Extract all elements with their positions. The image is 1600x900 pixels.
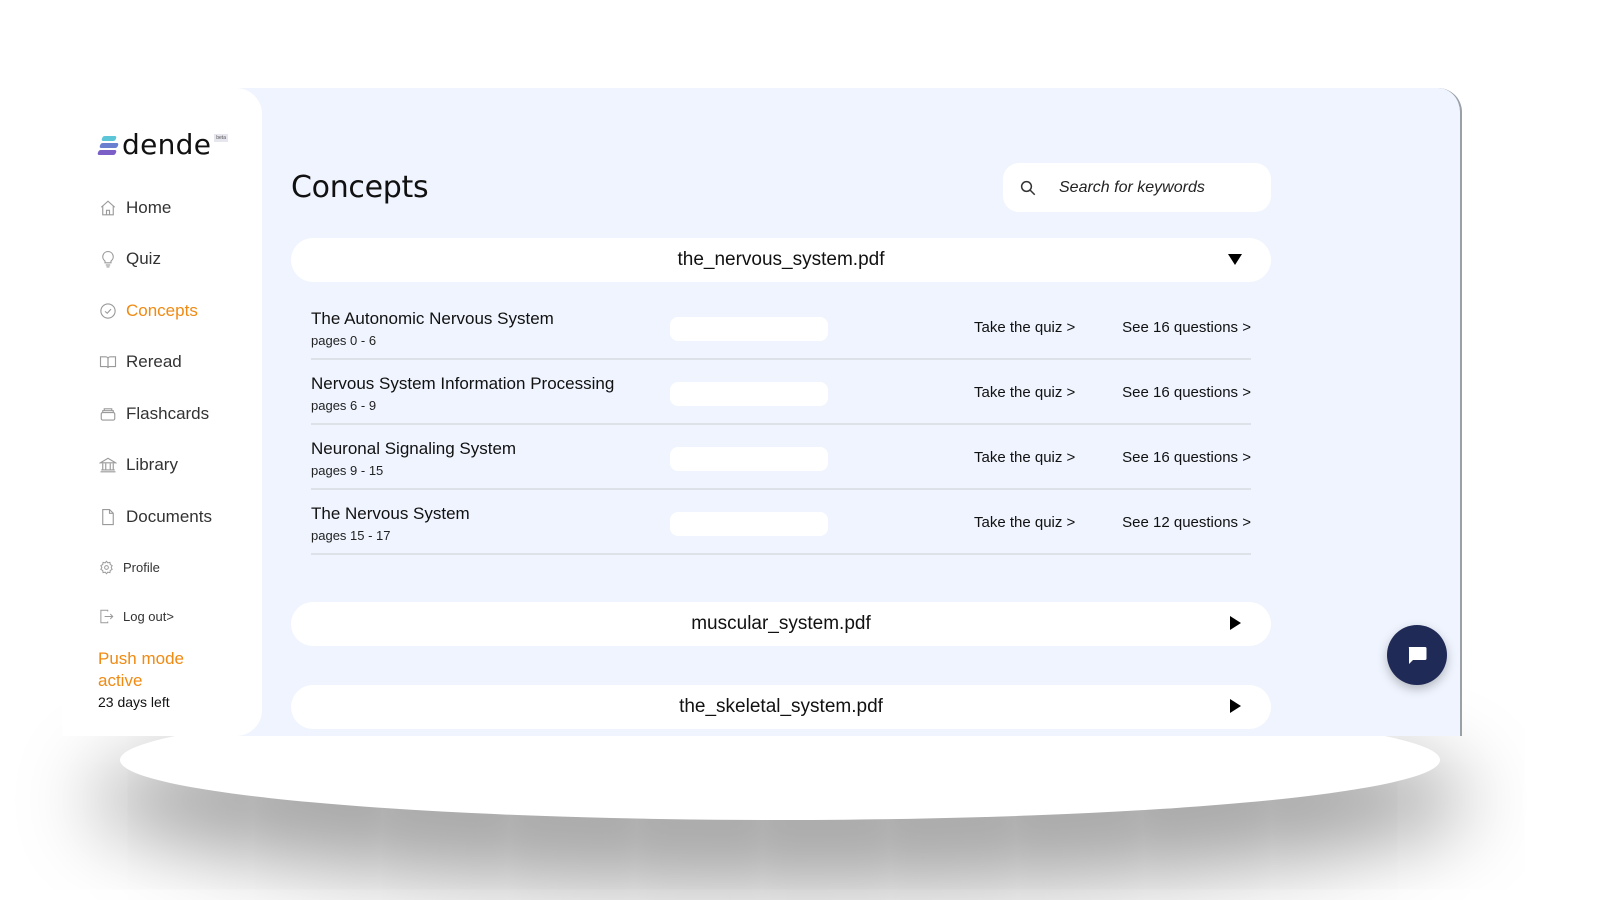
logout-icon	[98, 606, 115, 626]
concept-progress-bar	[670, 382, 828, 406]
sidebar-item-label: Home	[126, 197, 172, 217]
take-quiz-link[interactable]: Take the quiz >	[974, 319, 1075, 336]
main-content: Concepts the_nervous_system.pdf The Auto…	[291, 88, 1460, 736]
concept-title: Neuronal Signaling System	[311, 439, 517, 458]
sidebar-item-label: Log out>	[123, 608, 174, 624]
sidebar-item-label: Flashcards	[126, 403, 210, 423]
book-open-icon	[98, 352, 118, 372]
sidebar-item-label: Profile	[123, 559, 160, 575]
caret-right-icon[interactable]	[1227, 698, 1245, 716]
caret-right-icon[interactable]	[1227, 615, 1245, 633]
sidebar: dende beta Home Quiz Concepts Reread Fla…	[62, 88, 262, 736]
concept-progress-bar	[670, 512, 828, 536]
sidebar-nav: Home Quiz Concepts Reread Flashcards Lib…	[98, 182, 212, 641]
sidebar-item-home[interactable]: Home	[98, 182, 212, 234]
sidebar-item-logout[interactable]: Log out>	[98, 592, 212, 641]
search-input[interactable]	[1059, 178, 1259, 197]
push-mode-title: Push mode active	[98, 649, 184, 690]
see-questions-link[interactable]: See 16 questions >	[1122, 384, 1251, 401]
home-icon	[98, 198, 118, 218]
page-title: Concepts	[291, 170, 429, 205]
chat-bubble-icon	[1408, 647, 1427, 664]
card-stack-icon	[98, 404, 118, 424]
concept-title: The Nervous System	[311, 504, 470, 523]
sidebar-item-label: Documents	[126, 506, 212, 526]
brand-name: dende	[122, 128, 212, 161]
app-window: dende beta Home Quiz Concepts Reread Fla…	[62, 88, 1462, 736]
see-questions-link[interactable]: See 16 questions >	[1122, 319, 1251, 336]
concept-title: The Autonomic Nervous System	[311, 309, 554, 328]
concept-row: Neuronal Signaling System pages 9 - 15 T…	[311, 425, 1251, 490]
logo-icon	[97, 134, 119, 156]
sidebar-item-profile[interactable]: Profile	[98, 543, 212, 592]
concept-row: The Nervous System pages 15 - 17 Take th…	[311, 490, 1251, 555]
sidebar-item-label: Library	[126, 455, 178, 475]
check-circle-icon	[98, 301, 118, 321]
sidebar-item-reread[interactable]: Reread	[98, 337, 212, 389]
concept-title: Nervous System Information Processing	[311, 374, 615, 393]
document-name: the_skeletal_system.pdf	[679, 696, 883, 717]
sidebar-item-flashcards[interactable]: Flashcards	[98, 388, 212, 440]
see-questions-link[interactable]: See 12 questions >	[1122, 514, 1251, 531]
sidebar-item-documents[interactable]: Documents	[98, 491, 212, 543]
take-quiz-link[interactable]: Take the quiz >	[974, 449, 1075, 466]
sidebar-item-label: Reread	[126, 352, 182, 372]
brand-logo[interactable]: dende beta	[97, 128, 228, 161]
lightbulb-icon	[98, 249, 118, 269]
document-name: the_nervous_system.pdf	[677, 249, 885, 270]
document-accordion-muscular-system[interactable]: muscular_system.pdf	[291, 602, 1271, 646]
concept-list: The Autonomic Nervous System pages 0 - 6…	[311, 295, 1251, 555]
see-questions-link[interactable]: See 16 questions >	[1122, 449, 1251, 466]
search-box[interactable]	[1003, 163, 1271, 212]
concept-row: The Autonomic Nervous System pages 0 - 6…	[311, 295, 1251, 360]
push-mode-status: Push mode active 23 days left	[98, 648, 208, 710]
sidebar-item-concepts[interactable]: Concepts	[98, 285, 212, 337]
library-icon	[98, 455, 118, 475]
document-icon	[98, 507, 118, 527]
concept-row: Nervous System Information Processing pa…	[311, 360, 1251, 425]
document-name: muscular_system.pdf	[691, 613, 871, 634]
sidebar-item-quiz[interactable]: Quiz	[98, 234, 212, 286]
take-quiz-link[interactable]: Take the quiz >	[974, 384, 1075, 401]
gear-icon	[98, 557, 115, 577]
push-mode-days-left: 23 days left	[98, 694, 170, 710]
concept-pages: pages 9 - 15	[311, 463, 384, 478]
document-accordion-nervous-system[interactable]: the_nervous_system.pdf	[291, 238, 1271, 282]
caret-down-icon[interactable]	[1227, 251, 1245, 269]
sidebar-item-library[interactable]: Library	[98, 440, 212, 492]
concept-pages: pages 6 - 9	[311, 398, 377, 413]
concept-progress-bar	[670, 317, 828, 341]
chat-button[interactable]	[1387, 625, 1447, 685]
document-accordion-skeletal-system[interactable]: the_skeletal_system.pdf	[291, 685, 1271, 729]
beta-badge: beta	[214, 134, 228, 142]
concept-pages: pages 15 - 17	[311, 528, 391, 543]
search-icon	[1020, 180, 1036, 195]
take-quiz-link[interactable]: Take the quiz >	[974, 514, 1075, 531]
sidebar-item-label: Quiz	[126, 249, 161, 269]
concept-pages: pages 0 - 6	[311, 333, 377, 348]
sidebar-item-label: Concepts	[126, 300, 198, 320]
concept-progress-bar	[670, 447, 828, 471]
